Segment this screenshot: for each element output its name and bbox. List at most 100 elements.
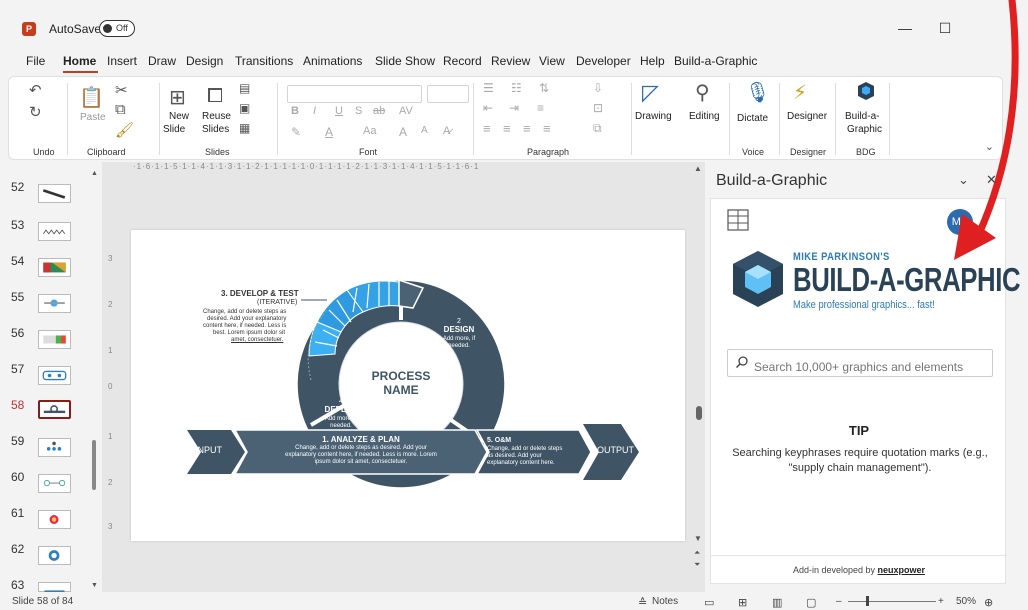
output-label[interactable]: OUTPUT: [597, 445, 634, 455]
new-slide-button[interactable]: New: [169, 111, 189, 122]
italic-icon[interactable]: I: [313, 105, 316, 117]
process-name-line1[interactable]: PROCESS: [372, 370, 431, 383]
slide-thumbnail[interactable]: [38, 184, 71, 203]
drawing-button[interactable]: Drawing: [635, 111, 672, 122]
slide-thumbnail[interactable]: [38, 546, 71, 565]
notes-button[interactable]: Notes: [652, 596, 678, 607]
tab-home[interactable]: Home: [63, 54, 96, 68]
step3-body[interactable]: content here, if needed. Less is: [203, 323, 286, 329]
increase-font-icon[interactable]: A: [399, 125, 407, 139]
scroll-down-icon[interactable]: ▼: [694, 534, 702, 543]
tab-help[interactable]: Help: [640, 54, 665, 68]
font-size-select[interactable]: [427, 85, 469, 103]
build-a-graphic-cube-icon[interactable]: [857, 81, 875, 105]
tab-review[interactable]: Review: [491, 54, 530, 68]
dictate-button[interactable]: Dictate: [737, 113, 768, 124]
minimize-icon[interactable]: —: [895, 20, 915, 36]
slide-thumbnail[interactable]: [38, 330, 71, 349]
step4-body[interactable]: Add more, if: [325, 416, 357, 422]
font-color-icon[interactable]: A: [325, 125, 333, 139]
tab-insert[interactable]: Insert: [107, 54, 137, 68]
reuse-slides-button[interactable]: Reuse: [202, 111, 231, 122]
build-a-graphic-button[interactable]: Build-a-: [845, 111, 879, 122]
bullets-icon[interactable]: ☰: [483, 81, 494, 95]
step3-body[interactable]: desired. Add your explanatory: [207, 316, 286, 322]
library-grid-icon[interactable]: [727, 209, 749, 231]
step5-body[interactable]: Change, add or delete steps: [487, 446, 562, 452]
copy-icon[interactable]: ⧉: [115, 101, 126, 118]
step1-body[interactable]: ipsum dolor sit amet, consectetuer.: [315, 459, 408, 465]
align-center-icon[interactable]: ≡: [503, 121, 511, 136]
zoom-level[interactable]: 50%: [956, 596, 976, 607]
slide-thumbnail[interactable]: [38, 582, 71, 594]
undo-icon[interactable]: ↶: [29, 81, 42, 99]
text-direction-icon[interactable]: ⇩: [593, 81, 603, 95]
character-spacing-icon[interactable]: AV: [399, 105, 413, 117]
slide-sorter-icon[interactable]: ⊞: [738, 596, 747, 609]
reset-icon[interactable]: ▣: [239, 101, 250, 115]
zoom-slider[interactable]: [848, 601, 936, 602]
slide-thumbnail[interactable]: [38, 438, 71, 457]
reading-view-icon[interactable]: ▥: [772, 596, 782, 609]
process-name-line2[interactable]: NAME: [383, 384, 418, 397]
step2-title[interactable]: DESIGN: [444, 325, 475, 334]
bold-icon[interactable]: B: [291, 105, 299, 117]
step1-title[interactable]: 1. ANALYZE & PLAN: [322, 435, 400, 444]
normal-view-icon[interactable]: ▭: [704, 596, 714, 609]
align-right-icon[interactable]: ≡: [523, 121, 531, 136]
slide-thumbnail[interactable]: [38, 474, 71, 493]
paste-button[interactable]: Paste: [80, 112, 106, 123]
step2-body[interactable]: needed.: [448, 343, 470, 349]
designer-icon[interactable]: ⚡: [793, 80, 807, 105]
shadow-icon[interactable]: S: [355, 105, 362, 117]
thumbnail-scrollbar[interactable]: ▲ ▼: [91, 170, 98, 590]
section-icon[interactable]: ▦: [239, 121, 250, 135]
notes-icon[interactable]: ≙: [638, 596, 647, 609]
layout-icon[interactable]: ▤: [239, 81, 250, 95]
tab-design[interactable]: Design: [186, 54, 223, 68]
step3-body[interactable]: amet, consectetuer.: [231, 337, 283, 343]
reuse-slides-button-line2[interactable]: Slides: [202, 124, 229, 135]
maximize-icon[interactable]: ☐: [935, 20, 955, 37]
zoom-out-icon[interactable]: –: [836, 596, 842, 607]
designer-button[interactable]: Designer: [787, 111, 827, 122]
current-slide[interactable]: PROCESS NAME INPUT OUTPUT 1. ANALYZE & P…: [131, 230, 685, 541]
strikethrough-icon[interactable]: ab: [373, 105, 385, 117]
step3-body[interactable]: best. Lorem ipsum dolor sit: [213, 330, 285, 336]
paste-icon[interactable]: 📋: [79, 85, 104, 110]
scrollbar-thumb[interactable]: [696, 406, 702, 420]
slide-thumbnail[interactable]: [38, 294, 71, 313]
redo-icon[interactable]: ↻: [29, 103, 42, 121]
font-family-select[interactable]: [287, 85, 422, 103]
highlight-icon[interactable]: ✎: [291, 125, 301, 139]
underline-icon[interactable]: U: [335, 105, 343, 117]
tab-slide-show[interactable]: Slide Show: [375, 54, 435, 68]
step2-body[interactable]: Add more, if: [443, 336, 475, 342]
slide-thumbnail[interactable]: [38, 258, 71, 277]
scroll-up-icon[interactable]: ▲: [91, 170, 98, 177]
build-a-graphic-button-line2[interactable]: Graphic: [847, 124, 882, 135]
tab-developer[interactable]: Developer: [576, 54, 631, 68]
slide-thumbnail-current[interactable]: [38, 400, 71, 419]
new-slide-button-line2[interactable]: Slide: [163, 124, 185, 135]
tab-build-a-graphic[interactable]: Build-a-Graphic: [674, 54, 757, 68]
pane-close-icon[interactable]: ✕: [986, 172, 997, 188]
decrease-indent-icon[interactable]: ⇤: [483, 101, 493, 115]
format-painter-icon[interactable]: 🖌: [115, 121, 134, 139]
neuxpower-link[interactable]: neuxpower: [878, 565, 926, 575]
step1-body[interactable]: explanatory content here, if needed. Les…: [285, 452, 437, 458]
step1-body[interactable]: Change, add or delete steps as desired. …: [295, 445, 427, 451]
step3-subtitle[interactable]: (ITERATIVE): [257, 299, 297, 306]
tab-view[interactable]: View: [539, 54, 565, 68]
increase-indent-icon[interactable]: ⇥: [509, 101, 519, 115]
slide-thumbnail[interactable]: [38, 510, 71, 529]
align-text-icon[interactable]: ⊡: [593, 101, 603, 115]
scroll-up-icon[interactable]: ▲: [694, 164, 702, 173]
line-spacing-icon[interactable]: ⇅: [539, 81, 549, 95]
find-icon[interactable]: ⚲: [695, 80, 710, 105]
justify-icon[interactable]: ≡: [543, 121, 551, 136]
previous-slide-icon[interactable]: ⏶: [694, 548, 700, 558]
numbering-icon[interactable]: ☷: [511, 81, 522, 95]
tab-animations[interactable]: Animations: [303, 54, 362, 68]
step5-title[interactable]: 5. O&M: [487, 437, 511, 444]
